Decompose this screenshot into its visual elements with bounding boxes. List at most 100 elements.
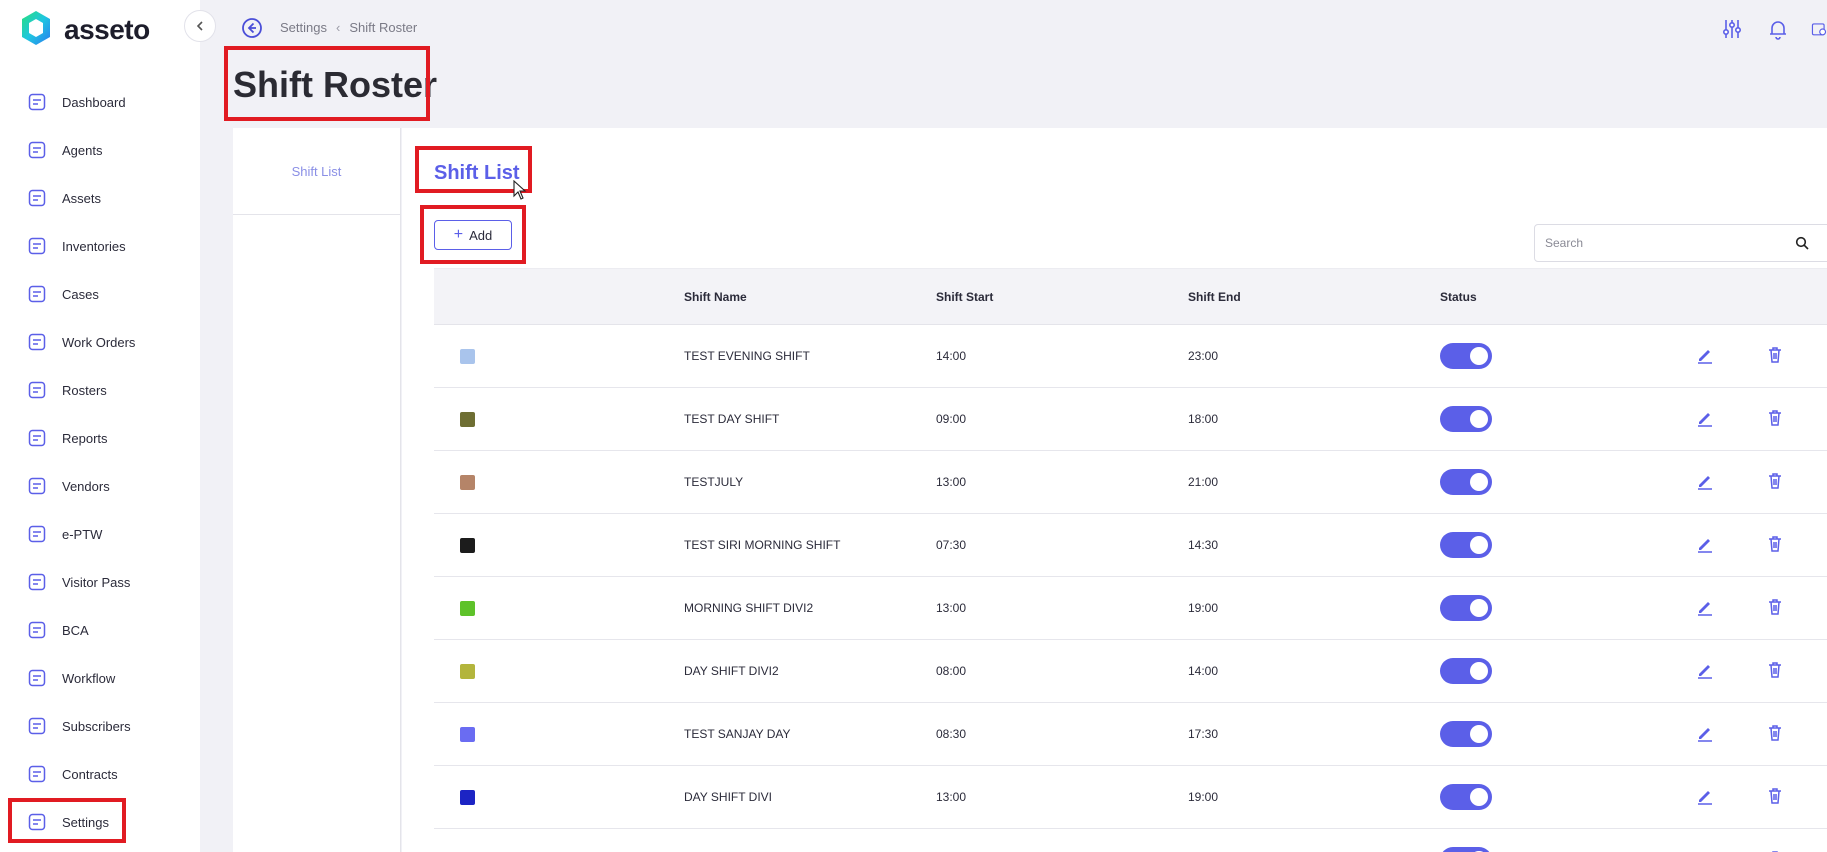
- settings-icon: [26, 811, 48, 833]
- add-shift-button[interactable]: + Add: [434, 220, 512, 250]
- trash-icon[interactable]: [1767, 661, 1783, 682]
- sidebar-item-bca[interactable]: BCA: [0, 606, 200, 654]
- table-row[interactable]: TESTJULY 13:00 21:00: [434, 451, 1827, 514]
- table-row[interactable]: [434, 829, 1827, 852]
- brand-logo[interactable]: asseto: [20, 10, 150, 50]
- section-title: Shift List: [434, 162, 520, 184]
- shift-name-cell: TEST DAY SHIFT: [684, 412, 780, 426]
- status-toggle[interactable]: [1440, 658, 1492, 684]
- shift-name-cell: TESTJULY: [684, 475, 744, 489]
- contracts-icon: [26, 763, 48, 785]
- pencil-icon[interactable]: [1696, 724, 1714, 745]
- pencil-icon[interactable]: [1696, 787, 1714, 808]
- sidebar-item-vendors[interactable]: Vendors: [0, 462, 200, 510]
- header-shift-start: Shift Start: [936, 289, 994, 304]
- sidebar-item-contracts[interactable]: Contracts: [0, 750, 200, 798]
- edit-cell: [1670, 472, 1740, 493]
- shift-start-cell: 08:30: [936, 727, 967, 741]
- trash-icon[interactable]: [1767, 535, 1783, 556]
- pencil-icon[interactable]: [1696, 661, 1714, 682]
- status-toggle[interactable]: [1440, 343, 1492, 369]
- pencil-icon[interactable]: [1696, 472, 1714, 493]
- sidebar-item-cases[interactable]: Cases: [0, 270, 200, 318]
- delete-cell: [1740, 346, 1810, 367]
- edit-cell: [1670, 346, 1740, 367]
- sidebar-item-label: Subscribers: [62, 718, 131, 734]
- trash-icon[interactable]: [1767, 787, 1783, 808]
- status-toggle[interactable]: [1440, 469, 1492, 495]
- sidebar-item-agents[interactable]: Agents: [0, 126, 200, 174]
- shift-color-swatch: [460, 537, 475, 553]
- pencil-icon[interactable]: [1696, 409, 1714, 430]
- table-row[interactable]: TEST SIRI MORNING SHIFT 07:30 14:30: [434, 514, 1827, 577]
- trash-icon[interactable]: [1767, 724, 1783, 745]
- table-row[interactable]: MORNING SHIFT DIVI2 13:00 19:00: [434, 577, 1827, 640]
- shift-start-cell: 13:00: [936, 475, 967, 489]
- trash-icon[interactable]: [1767, 472, 1783, 493]
- status-toggle[interactable]: [1440, 595, 1492, 621]
- filter-sliders-icon[interactable]: [1719, 16, 1745, 42]
- table-row[interactable]: TEST EVENING SHIFT 14:00 23:00: [434, 325, 1827, 388]
- sidebar-item-workflow[interactable]: Workflow: [0, 654, 200, 702]
- sidebar-item-subscribers[interactable]: Subscribers: [0, 702, 200, 750]
- status-toggle[interactable]: [1440, 847, 1492, 852]
- table-row[interactable]: DAY SHIFT DIVI 13:00 19:00: [434, 766, 1827, 829]
- sidebar-item-work-orders[interactable]: Work Orders: [0, 318, 200, 366]
- workflow-icon: [26, 667, 48, 689]
- trash-icon[interactable]: [1767, 346, 1783, 367]
- sidebar-item-label: Visitor Pass: [62, 574, 131, 590]
- status-toggle[interactable]: [1440, 721, 1492, 747]
- sidebar-item-reports[interactable]: Reports: [0, 414, 200, 462]
- status-cell: [1440, 658, 1670, 684]
- status-toggle[interactable]: [1440, 784, 1492, 810]
- shift-start-cell: 08:00: [936, 664, 967, 678]
- delete-cell: [1740, 598, 1810, 619]
- shift-end-cell: 19:00: [1188, 790, 1219, 804]
- sidebar-item-assets[interactable]: Assets: [0, 174, 200, 222]
- tab-shift-list[interactable]: Shift List: [233, 128, 400, 215]
- sidebar-item-rosters[interactable]: Rosters: [0, 366, 200, 414]
- chevron-left-icon: ‹: [335, 20, 341, 35]
- color-cell: [434, 600, 684, 616]
- sidebar-item-label: e-PTW: [62, 526, 103, 542]
- sidebar-item-e-ptw[interactable]: e-PTW: [0, 510, 200, 558]
- pencil-icon[interactable]: [1696, 346, 1714, 367]
- sidebar-item-label: Settings: [62, 814, 109, 830]
- shift-start-cell: 09:00: [936, 412, 967, 426]
- delete-cell: [1740, 409, 1810, 430]
- work-orders-icon: [26, 331, 48, 353]
- page-title: Shift Roster: [233, 64, 438, 105]
- shift-end-cell: 14:00: [1188, 664, 1219, 678]
- search-input[interactable]: [1545, 236, 1785, 250]
- table-row[interactable]: TEST SANJAY DAY 08:30 17:30: [434, 703, 1827, 766]
- trash-icon[interactable]: [1767, 598, 1783, 619]
- sidebar-item-visitor-pass[interactable]: Visitor Pass: [0, 558, 200, 606]
- edit-cell: [1670, 724, 1740, 745]
- trash-icon[interactable]: [1767, 409, 1783, 430]
- table-row[interactable]: TEST DAY SHIFT 09:00 18:00: [434, 388, 1827, 451]
- edit-cell: [1670, 409, 1740, 430]
- sidebar-item-dashboard[interactable]: Dashboard: [0, 78, 200, 126]
- sidebar-item-inventories[interactable]: Inventories: [0, 222, 200, 270]
- status-toggle[interactable]: [1440, 532, 1492, 558]
- eptw-icon: [26, 523, 48, 545]
- pencil-icon[interactable]: [1696, 598, 1714, 619]
- table-row[interactable]: DAY SHIFT DIVI2 08:00 14:00: [434, 640, 1827, 703]
- bell-icon[interactable]: [1765, 16, 1791, 42]
- shift-name-cell: MORNING SHIFT DIVI2: [684, 601, 814, 615]
- edit-cell: [1670, 787, 1740, 808]
- shift-start-cell: 14:00: [936, 349, 967, 363]
- collapse-sidebar-button[interactable]: [184, 10, 216, 42]
- status-cell: [1440, 784, 1670, 810]
- shift-start-cell: 07:30: [936, 538, 967, 552]
- search-icon[interactable]: [1795, 236, 1809, 255]
- sidebar-item-label: BCA: [62, 622, 89, 638]
- calendar-clock-icon[interactable]: [1811, 16, 1827, 42]
- status-toggle[interactable]: [1440, 406, 1492, 432]
- back-button[interactable]: [241, 17, 263, 39]
- sidebar-item-settings[interactable]: Settings: [0, 798, 200, 846]
- sidebar-item-label: Work Orders: [62, 334, 136, 350]
- shift-end-cell: 21:00: [1188, 475, 1219, 489]
- pencil-icon[interactable]: [1696, 535, 1714, 556]
- breadcrumb-settings[interactable]: Settings: [280, 20, 327, 35]
